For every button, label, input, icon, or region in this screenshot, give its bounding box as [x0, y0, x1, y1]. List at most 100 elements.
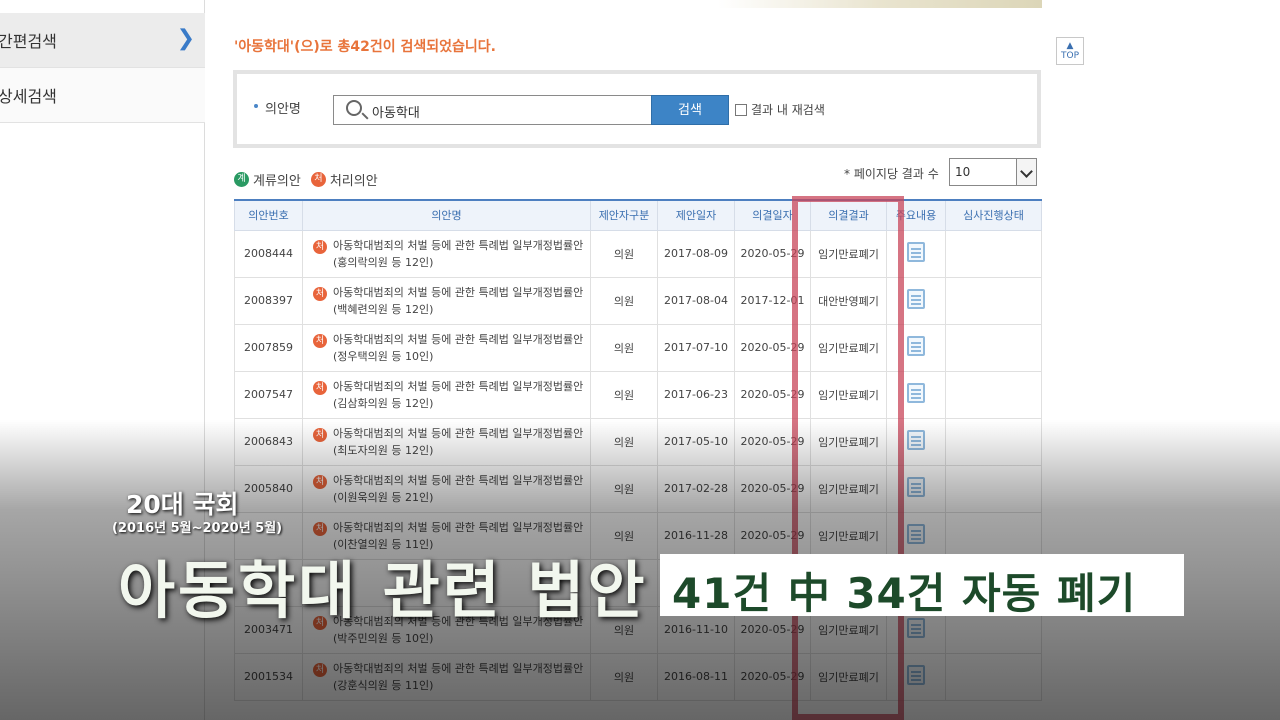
bill-number: 2008444 [234, 229, 303, 278]
processed-badge-icon: 처 [310, 172, 326, 187]
proposer-type: 의원 [590, 229, 658, 278]
review-status [945, 276, 1042, 325]
review-status [945, 323, 1042, 372]
processed-badge-icon: 처 [313, 333, 327, 348]
bill-number: 2006843 [234, 417, 303, 466]
bill-title-link[interactable]: 아동학대범죄의 처벌 등에 관한 특례법 일부개정법률안(백혜련의원 등 12인… [333, 286, 583, 316]
bill-title-cell[interactable]: 처 아동학대범죄의 처벌 등에 관한 특례법 일부개정법률안(강훈식의원 등 11… [302, 652, 591, 701]
column-header[interactable]: 제안일자 [657, 199, 735, 231]
bill-title-link[interactable]: 아동학대범죄의 처벌 등에 관한 특례법 일부개정법률안(김삼화의원 등 12인… [333, 380, 583, 410]
processed-badge-icon: 처 [313, 474, 327, 489]
proposer-type: 의원 [590, 417, 658, 466]
column-header[interactable]: 제안자구분 [590, 199, 658, 231]
processed-badge-icon: 처 [313, 521, 327, 536]
within-results-label: 결과 내 재검색 [751, 103, 825, 117]
table-row[interactable]: 2001534 처 아동학대범죄의 처벌 등에 관한 특례법 일부개정법률안(강훈식… [234, 652, 1042, 701]
top-button-label: TOP [1060, 51, 1079, 61]
caption-period: (2016년 5월~2020년 5월) [112, 521, 283, 536]
bill-title-link[interactable]: 아동학대범죄의 처벌 등에 관한 특례법 일부개정법률안(강훈식의원 등 11인… [333, 662, 583, 692]
processed-label: 처리의안 [329, 174, 378, 189]
proposal-date: 2017-06-23 [657, 370, 735, 419]
document-icon[interactable] [907, 618, 925, 638]
result-column-highlight [792, 196, 904, 720]
document-icon[interactable] [907, 336, 925, 356]
processed-badge-icon: 처 [313, 427, 327, 442]
bill-title-link[interactable]: 아동학대범죄의 처벌 등에 관한 특례법 일부개정법률안(최도자의원 등 12인… [333, 427, 583, 457]
search-button[interactable]: 검색 [651, 95, 729, 125]
proposal-date: 2016-08-11 [657, 652, 735, 701]
processed-badge-icon: 처 [313, 239, 327, 254]
proposer-type: 의원 [590, 370, 658, 419]
caption-assembly: 20대 국회 [126, 490, 239, 519]
review-status [945, 370, 1042, 419]
bill-title-link[interactable]: 아동학대범죄의 처벌 등에 관한 특례법 일부개정법률안(정우택의원 등 10인… [333, 333, 583, 363]
bullet-icon [254, 104, 258, 108]
proposer-type: 의원 [590, 652, 658, 701]
page-size-label: * 페이지당 결과 수 [844, 167, 939, 181]
search-panel: 의안명 아동학대 검색 결과 내 재검색 [233, 70, 1041, 148]
caption-box-text: 41건 中 34건 자동 폐기 [672, 569, 1137, 618]
search-input-value: 아동학대 [372, 106, 420, 121]
column-header[interactable]: 의안번호 [234, 199, 303, 231]
review-status [945, 229, 1042, 278]
review-status [945, 511, 1042, 560]
processed-badge-icon: 처 [313, 380, 327, 395]
document-icon[interactable] [907, 665, 925, 685]
chevron-down-icon [1016, 159, 1036, 185]
bill-title-cell[interactable]: 처 아동학대범죄의 처벌 등에 관한 특례법 일부개정법률안(백혜련의원 등 12… [302, 276, 591, 325]
document-icon[interactable] [907, 430, 925, 450]
document-icon[interactable] [907, 242, 925, 262]
bill-title-cell[interactable]: 처 아동학대범죄의 처벌 등에 관한 특례법 일부개정법률안(최도자의원 등 12… [302, 417, 591, 466]
pending-label: 계류의안 [253, 174, 301, 189]
processed-badge-icon: 처 [313, 662, 327, 677]
pending-badge-icon: 계 [234, 172, 249, 187]
table-row[interactable]: 2005840 처 아동학대범죄의 처벌 등에 관한 특례법 일부개정법률안(이원욱… [234, 464, 1042, 513]
table-row[interactable]: 2007859 처 아동학대범죄의 처벌 등에 관한 특례법 일부개정법률안(정우택… [234, 323, 1042, 372]
within-results-checkbox[interactable] [735, 104, 747, 116]
review-status [945, 464, 1042, 513]
arrow-up-icon: ▲ [1066, 41, 1074, 51]
proposal-date: 2017-08-09 [657, 229, 735, 278]
table-row[interactable]: 2007547 처 아동학대범죄의 처벌 등에 관한 특례법 일부개정법률안(김삼화… [234, 370, 1042, 419]
sidebar-item-label: 상세검색 [0, 87, 57, 106]
bill-title-cell[interactable]: 처 아동학대범죄의 처벌 등에 관한 특례법 일부개정법률안(김삼화의원 등 12… [302, 370, 591, 419]
proposal-date: 2017-05-10 [657, 417, 735, 466]
bill-number: 2007547 [234, 370, 303, 419]
bill-title-link[interactable]: 아동학대범죄의 처벌 등에 관한 특례법 일부개정법률안(이원욱의원 등 21인… [333, 474, 583, 504]
bill-title-cell[interactable]: 처 아동학대범죄의 처벌 등에 관한 특례법 일부개정법률안(홍의락의원 등 12… [302, 229, 591, 278]
column-header[interactable]: 의안명 [302, 199, 591, 231]
column-header[interactable]: 심사진행상태 [945, 199, 1042, 231]
proposal-date: 2017-02-28 [657, 464, 735, 513]
sidebar-item-simple-search[interactable]: 간편검색 ❯ [0, 13, 205, 68]
bill-title-cell[interactable]: 처 아동학대범죄의 처벌 등에 관한 특례법 일부개정법률안(이원욱의원 등 21… [302, 464, 591, 513]
top-banner [232, 0, 1042, 8]
document-icon[interactable] [907, 383, 925, 403]
table-row[interactable]: 2008444 처 아동학대범죄의 처벌 등에 관한 특례법 일부개정법률안(홍의락… [234, 229, 1042, 278]
bill-number: 2001534 [234, 652, 303, 701]
document-icon[interactable] [907, 524, 925, 544]
document-icon[interactable] [907, 477, 925, 497]
bill-title-cell[interactable]: 처 아동학대범죄의 처벌 등에 관한 특례법 일부개정법률안(정우택의원 등 10… [302, 323, 591, 372]
sidebar-item-detail-search[interactable]: 상세검색 [0, 68, 205, 123]
scroll-top-button[interactable]: ▲ TOP [1056, 37, 1084, 65]
page-size-select[interactable]: 10 [949, 158, 1037, 186]
caption-headline: 아동학대 관련 법안 [118, 554, 648, 627]
page-size-value: 10 [955, 165, 971, 179]
bill-title-link[interactable]: 아동학대범죄의 처벌 등에 관한 특례법 일부개정법률안(홍의락의원 등 12인… [333, 239, 583, 269]
table-row[interactable]: 2006843 처 아동학대범죄의 처벌 등에 관한 특례법 일부개정법률안(최도자… [234, 417, 1042, 466]
proposer-type: 의원 [590, 464, 658, 513]
legend: 계 계류의안 처 처리의안 [234, 170, 378, 189]
search-input[interactable]: 아동학대 [333, 95, 653, 125]
proposal-date: 2016-11-28 [657, 511, 735, 560]
proposal-date: 2017-07-10 [657, 323, 735, 372]
sidebar-item-label: 간편검색 [0, 32, 57, 51]
proposer-type: 의원 [590, 276, 658, 325]
search-label: 의안명 [265, 102, 301, 117]
caption-box: 41건 中 34건 자동 폐기 [660, 554, 1184, 618]
table-row[interactable]: 2008397 처 아동학대범죄의 처벌 등에 관한 특례법 일부개정법률안(백혜련… [234, 276, 1042, 325]
search-icon [346, 100, 362, 116]
document-icon[interactable] [907, 289, 925, 309]
table-header-row: 의안번호 의안명 제안자구분 제안일자 의결일자 의결결과 주요내용 심사진행상… [234, 199, 1042, 231]
bill-number: 2007859 [234, 323, 303, 372]
result-summary: '아동학대'(으)로 총42건이 검색되었습니다. [234, 39, 496, 55]
